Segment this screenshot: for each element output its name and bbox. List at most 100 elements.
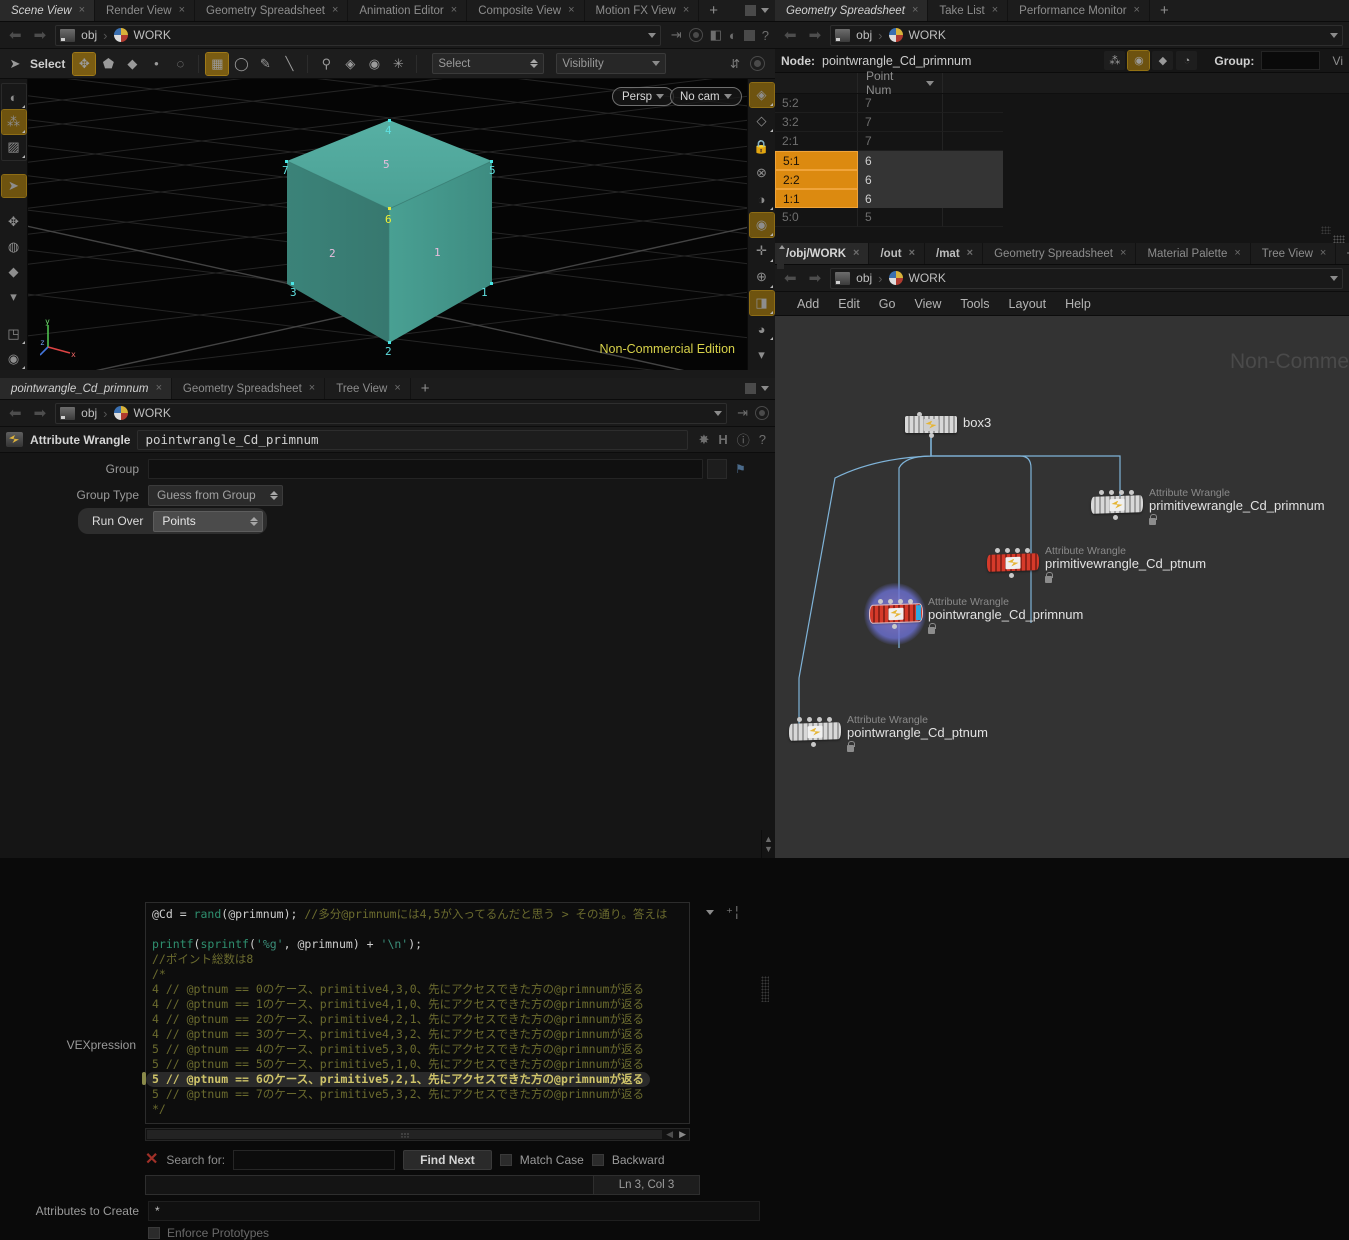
render-icon[interactable]: ◉ [2,347,26,370]
stepper-icon[interactable] [270,490,278,500]
vex-add-icon[interactable]: ⁺╎ [726,905,741,921]
row-index-cell[interactable]: 1:1 [775,189,858,208]
tab-geometry-spreadsheet[interactable]: Geometry Spreadsheet × [983,243,1137,264]
pane-menu-icon[interactable] [761,386,769,391]
chevron-down-icon[interactable] [647,32,656,38]
vex-vertical-scrollbar[interactable] [761,976,769,1002]
menu-edit[interactable]: Edit [838,297,860,311]
path-field[interactable]: obj › WORK [830,24,1343,46]
tab-out[interactable]: /out × [869,243,925,264]
row-index-cell[interactable]: 5:2 [775,94,858,113]
tab-render-view[interactable]: Render View × [95,0,196,21]
close-icon[interactable]: × [332,5,338,16]
code-line[interactable]: */ [146,1102,689,1117]
tab-pointwrangle-cd-primnum[interactable]: pointwrangle_Cd_primnum × [0,378,172,399]
table-row[interactable]: 5:0 5 [775,208,1349,227]
group-select-icon[interactable]: ⚑ [735,462,746,476]
node-box3[interactable]: box3 [905,412,991,438]
menu-view[interactable]: View [914,297,941,311]
close-icon[interactable]: × [309,383,315,394]
attributes-to-create-input[interactable]: * [148,1201,760,1221]
back-icon[interactable]: ⬅ [781,26,800,44]
node-primitivewrangle-cd-ptnum[interactable]: Attribute Wrangle primitivewrangle_Cd_pt… [987,545,1206,583]
search-input[interactable] [233,1150,396,1170]
houdini-logo-icon[interactable]: H [718,432,727,447]
tab-geometry-spreadsheet[interactable]: Geometry Spreadsheet × [775,0,929,21]
display-options-icon[interactable]: ◕ [750,317,774,341]
grid-display-icon[interactable]: ◈ [748,82,775,108]
particle-display-icon[interactable]: ⁂ [0,109,27,135]
point-select-icon[interactable]: • [145,53,167,75]
pane-resize-grip-icon[interactable] [1333,235,1345,243]
menu-tools[interactable]: Tools [960,297,989,311]
tab-performance-monitor[interactable]: Performance Monitor × [1008,0,1150,21]
lock-icon[interactable] [928,623,936,634]
visibility-dropdown[interactable]: Visibility [556,53,667,74]
close-icon[interactable]: × [912,5,918,16]
point-num-cell[interactable]: 7 [858,113,943,132]
scroll-left-icon[interactable]: ◀ [663,1129,676,1140]
menu-add[interactable]: Add [797,297,819,311]
backward-checkbox[interactable] [591,1154,604,1166]
code-line[interactable]: printf(sprintf('%g', @primnum) + '\n'); [146,937,689,952]
viewport-help-icon[interactable] [750,56,765,71]
row-index-cell[interactable]: 2:2 [775,170,858,189]
group-picker-button[interactable] [707,459,727,479]
close-icon[interactable]: × [853,248,859,259]
tab-animation-editor[interactable]: Animation Editor × [348,0,468,21]
sort-descending-icon[interactable] [926,80,934,86]
group-type-dropdown[interactable]: Guess from Group [148,484,283,506]
forward-icon[interactable]: ➡ [806,269,825,287]
back-icon[interactable]: ⬅ [6,26,25,44]
material-display-icon[interactable]: ▨ [2,135,26,159]
select-mode-dropdown[interactable]: Select [432,53,545,74]
code-line[interactable]: 4 // @ptnum == 0のケース、primitive4,3,0、先にアク… [146,982,689,997]
select-all-icon[interactable]: ✳ [387,53,409,75]
tab-geometry-spreadsheet[interactable]: Geometry Spreadsheet × [195,0,349,21]
vex-expand-icon[interactable] [706,910,714,915]
viewport-3d[interactable]: ◐ ⁂ ▨ ➤ ✥ ◍ ◆ ▾ ◳ ◉ ◈ ◇ 🔒 ⊗ ◑ ◉ ✛ ⊕ ◨ ◕ [0,79,775,370]
code-line[interactable]: @Cd = rand(@primnum); //多分@primnumには4,5が… [146,907,689,922]
point-num-cell[interactable]: 6 [858,170,943,189]
scroll-up-icon[interactable]: ▲ [764,834,773,844]
display-flag-icon[interactable] [916,605,921,621]
back-icon[interactable]: ⬅ [6,404,25,422]
close-icon[interactable]: × [909,248,915,259]
help-icon[interactable]: ? [759,432,766,447]
group-input[interactable] [148,459,703,479]
code-line[interactable]: 5 // @ptnum == 4のケース、primitive5,3,0、先にアク… [146,1042,689,1057]
tab-motion-fx-view[interactable]: Motion FX View × [585,0,700,21]
scroll-right-icon[interactable]: ▶ [676,1129,689,1140]
output-pins[interactable] [811,742,816,747]
vexpression-code[interactable]: @Cd = rand(@primnum); //多分@primnumには4,5が… [142,903,689,1117]
lock-icon[interactable] [847,741,855,752]
tab-tree-view[interactable]: Tree View × [1251,243,1337,264]
point-num-column-header[interactable]: Point Num [858,69,943,97]
group-input[interactable] [1261,51,1320,70]
maximize-pane-icon[interactable] [745,383,756,394]
vex-horizontal-scrollbar[interactable]: ◀ ▶ [145,1128,690,1141]
table-row[interactable]: 3:2 7 [775,113,1349,132]
point-num-cell[interactable]: 5 [858,208,943,227]
select-tool-icon[interactable]: ➤ [0,173,27,199]
handle-tool-icon[interactable]: ✥ [2,211,26,234]
tab-material-palette[interactable]: Material Palette × [1136,243,1251,264]
camera-pill[interactable]: No cam [670,87,742,106]
tab-obj-work[interactable]: /obj/WORK × [775,243,870,264]
close-icon[interactable]: × [967,248,973,259]
scale-tool-icon[interactable]: ◆ [2,261,26,284]
lights-icon[interactable]: ◐ [729,28,737,43]
output-pins[interactable] [1009,573,1014,578]
input-pins[interactable] [878,599,913,604]
path-field[interactable]: obj › WORK [55,24,661,46]
pane-menu-icon[interactable] [761,8,769,13]
close-icon[interactable]: × [179,5,185,16]
maximize-pane-icon[interactable] [745,5,756,16]
back-icon[interactable]: ⬅ [781,269,800,287]
node-pointwrangle-cd-primnum[interactable]: Attribute Wrangle pointwrangle_Cd_primnu… [864,583,1083,645]
detail-mode-icon[interactable]: ◔ [1176,51,1198,70]
code-line[interactable]: 4 // @ptnum == 1のケース、primitive4,1,0、先にアク… [146,997,689,1012]
index-column-header[interactable] [775,73,858,93]
row-index-cell[interactable]: 5:1 [775,151,858,170]
tab-tree-view[interactable]: Tree View × [325,378,411,399]
